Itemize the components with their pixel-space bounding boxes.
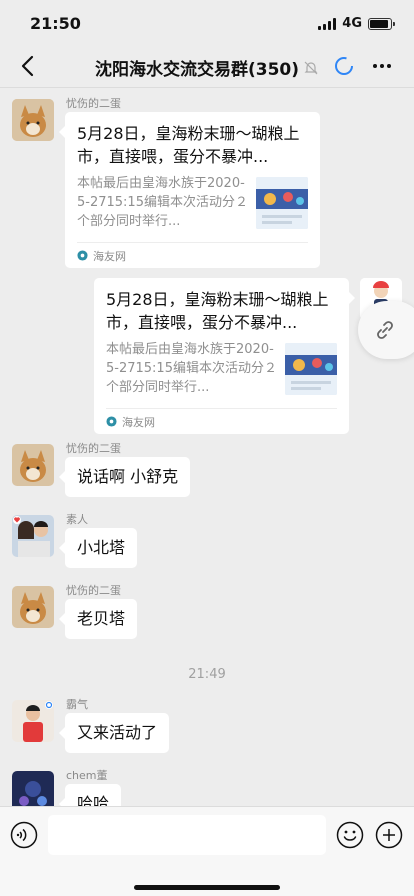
message-bubble[interactable]: 又来活动了 [58,713,170,753]
loading-circle-icon [335,57,353,75]
message-bubble[interactable]: 哈哈 [58,784,122,806]
avatar-shiba[interactable] [12,444,54,486]
chat-title-group: 沈阳海水交流交易群(350) [95,55,319,80]
smiley-icon [336,821,364,849]
message-input-bar [0,806,414,896]
chat-message-list[interactable]: 忧伤的二蛋 5月28日，皇海粉末珊～瑚粮上市，直接喂，蛋分不暴冲... 本帖最后… [0,89,414,806]
card-title: 5月28日，皇海粉末珊～瑚粮上市，直接喂，蛋分不暴冲... [77,124,300,166]
card-thumbnail [256,177,308,229]
card-source: 海友网 [122,415,155,429]
voice-icon [10,821,38,849]
status-indicators: 4G [318,16,395,31]
message-input[interactable] [48,815,326,855]
status-bar: 21:50 4G [0,0,414,44]
avatar-shiba[interactable] [12,586,54,628]
message-bubble[interactable]: 小北塔 [58,528,138,568]
link-card[interactable]: 5月28日，皇海粉末珊～瑚粮上市，直接喂，蛋分不暴冲... 本帖最后由皇海水族于… [94,278,355,434]
sender-name: 忧伤的二蛋 [66,584,121,597]
sender-name: 霸气 [66,698,88,711]
bell-muted-icon [304,61,318,74]
card-source: 海友网 [93,249,126,263]
message-bubble[interactable]: 老贝塔 [58,599,138,639]
chat-header: 沈阳海水交流交易群(350) [0,44,414,88]
link-card[interactable]: 5月28日，皇海粉末珊～瑚粮上市，直接喂，蛋分不暴冲... 本帖最后由皇海水族于… [59,112,320,268]
link-icon [377,321,393,339]
avatar-dark[interactable] [12,771,54,806]
card-title: 5月28日，皇海粉末珊～瑚粮上市，直接喂，蛋分不暴冲... [106,290,329,332]
sender-name: 忧伤的二蛋 [66,442,121,455]
chat-title: 沈阳海水交流交易群(350) [95,60,300,80]
avatar-red-shirt[interactable] [12,700,54,742]
chevron-left-icon [21,55,34,77]
emoji-button[interactable] [336,821,364,849]
message-bubble[interactable]: 说话啊 小舒克 [58,457,191,497]
sender-name: 素人 [66,513,88,526]
sender-name: chem董 [66,769,108,782]
card-description: 本帖最后由皇海水族于2020-5-2715:15编辑本次活动分２个部分同时举行.… [77,176,248,229]
card-thumbnail [285,343,337,395]
battery-icon [368,17,395,30]
source-logo-icon [77,250,88,261]
voice-button[interactable] [10,821,38,849]
avatar-shiba[interactable] [12,99,54,141]
card-description: 本帖最后由皇海水族于2020-5-2715:15编辑本次活动分２个部分同时举行.… [106,342,277,395]
signal-icon [318,17,337,30]
floating-link-button[interactable] [358,301,414,359]
back-button[interactable] [14,53,40,79]
home-indicator [134,885,280,890]
more-options-button[interactable] [370,56,394,76]
avatar-couple[interactable] [12,515,54,557]
sender-name: 忧伤的二蛋 [66,97,121,110]
more-actions-button[interactable] [375,821,403,849]
status-time: 21:50 [30,14,81,33]
source-logo-icon [106,416,117,427]
time-divider: 21:49 [188,667,226,682]
plus-icon [375,821,403,849]
network-label: 4G [342,16,362,31]
